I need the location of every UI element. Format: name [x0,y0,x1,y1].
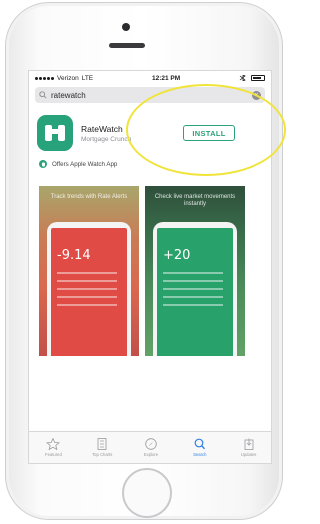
status-bar: Verizon LTE 12:21 PM [29,71,271,85]
network-label: LTE [81,74,94,82]
screenshot-2-value: +20 [163,248,191,263]
screenshot-2-rows [163,272,223,312]
search-icon [39,91,47,99]
binoculars-icon [45,125,65,141]
list-icon [97,438,107,450]
tab-featured-label: Featured [45,452,62,457]
tab-featured[interactable]: Featured [29,432,78,463]
screenshot-2-screen: +20 [157,228,233,356]
bluetooth-icon [239,75,246,81]
battery-icon [250,75,265,81]
clear-search-icon[interactable]: × [252,90,261,100]
tab-bar: Featured Top Charts Explore Search Updat… [29,431,271,463]
status-left: Verizon LTE [35,75,93,82]
screenshot-1-rows [57,272,117,312]
tab-updates-label: Updates [240,452,257,457]
tab-top-charts-label: Top Charts [92,452,113,457]
tab-updates[interactable]: Updates [224,432,271,463]
screenshot-2[interactable]: Check live market movements instantly +2… [145,186,245,356]
search-tab-icon [194,438,205,450]
signal-icon [35,76,54,80]
screenshot-1-value: -9.14 [57,248,91,263]
earpiece-speaker [109,43,145,48]
stage: Verizon LTE 12:21 PM ratewatch × RateWat… [0,0,288,524]
tab-explore-label: Explore [143,452,159,457]
screenshot-1-device: -9.14 [47,222,131,356]
search-input[interactable]: ratewatch × [35,87,265,103]
iphone-frame: Verizon LTE 12:21 PM ratewatch × RateWat… [5,2,283,520]
download-icon [244,438,253,450]
carrier-label: Verizon [57,74,79,82]
phone-screen: Verizon LTE 12:21 PM ratewatch × RateWat… [28,70,272,464]
search-query: ratewatch [51,90,86,100]
front-camera [122,23,130,31]
screenshot-2-caption: Check live market movements instantly [154,194,236,207]
screenshot-carousel[interactable]: Track trends with Rate Alerts -9.14 Chec… [39,186,267,356]
app-category: Mortgage Crunch [81,135,132,143]
tab-search-label: Search [193,452,207,457]
status-right [239,75,265,81]
watch-notice-text: Offers Apple Watch App [52,160,118,168]
tab-search[interactable]: Search [175,432,224,463]
star-icon [46,438,61,450]
install-button[interactable]: INSTALL [183,125,235,141]
home-button[interactable] [122,468,172,518]
apple-watch-icon [39,160,47,168]
search-result-app[interactable]: RateWatch Mortgage Crunch INSTALL [29,109,271,157]
screenshot-1-caption: Track trends with Rate Alerts [50,194,128,200]
app-info: RateWatch Mortgage Crunch [81,124,131,143]
app-icon[interactable] [37,115,73,151]
screenshot-1[interactable]: Track trends with Rate Alerts -9.14 [39,186,139,356]
screenshot-2-device: +20 [153,222,237,356]
screenshot-1-screen: -9.14 [51,228,127,356]
tab-explore[interactable]: Explore [127,432,176,463]
compass-icon [145,438,157,450]
apple-watch-notice: Offers Apple Watch App [29,157,271,171]
tab-top-charts[interactable]: Top Charts [78,432,127,463]
status-time: 12:21 PM [151,74,181,82]
app-name: RateWatch [81,123,123,134]
